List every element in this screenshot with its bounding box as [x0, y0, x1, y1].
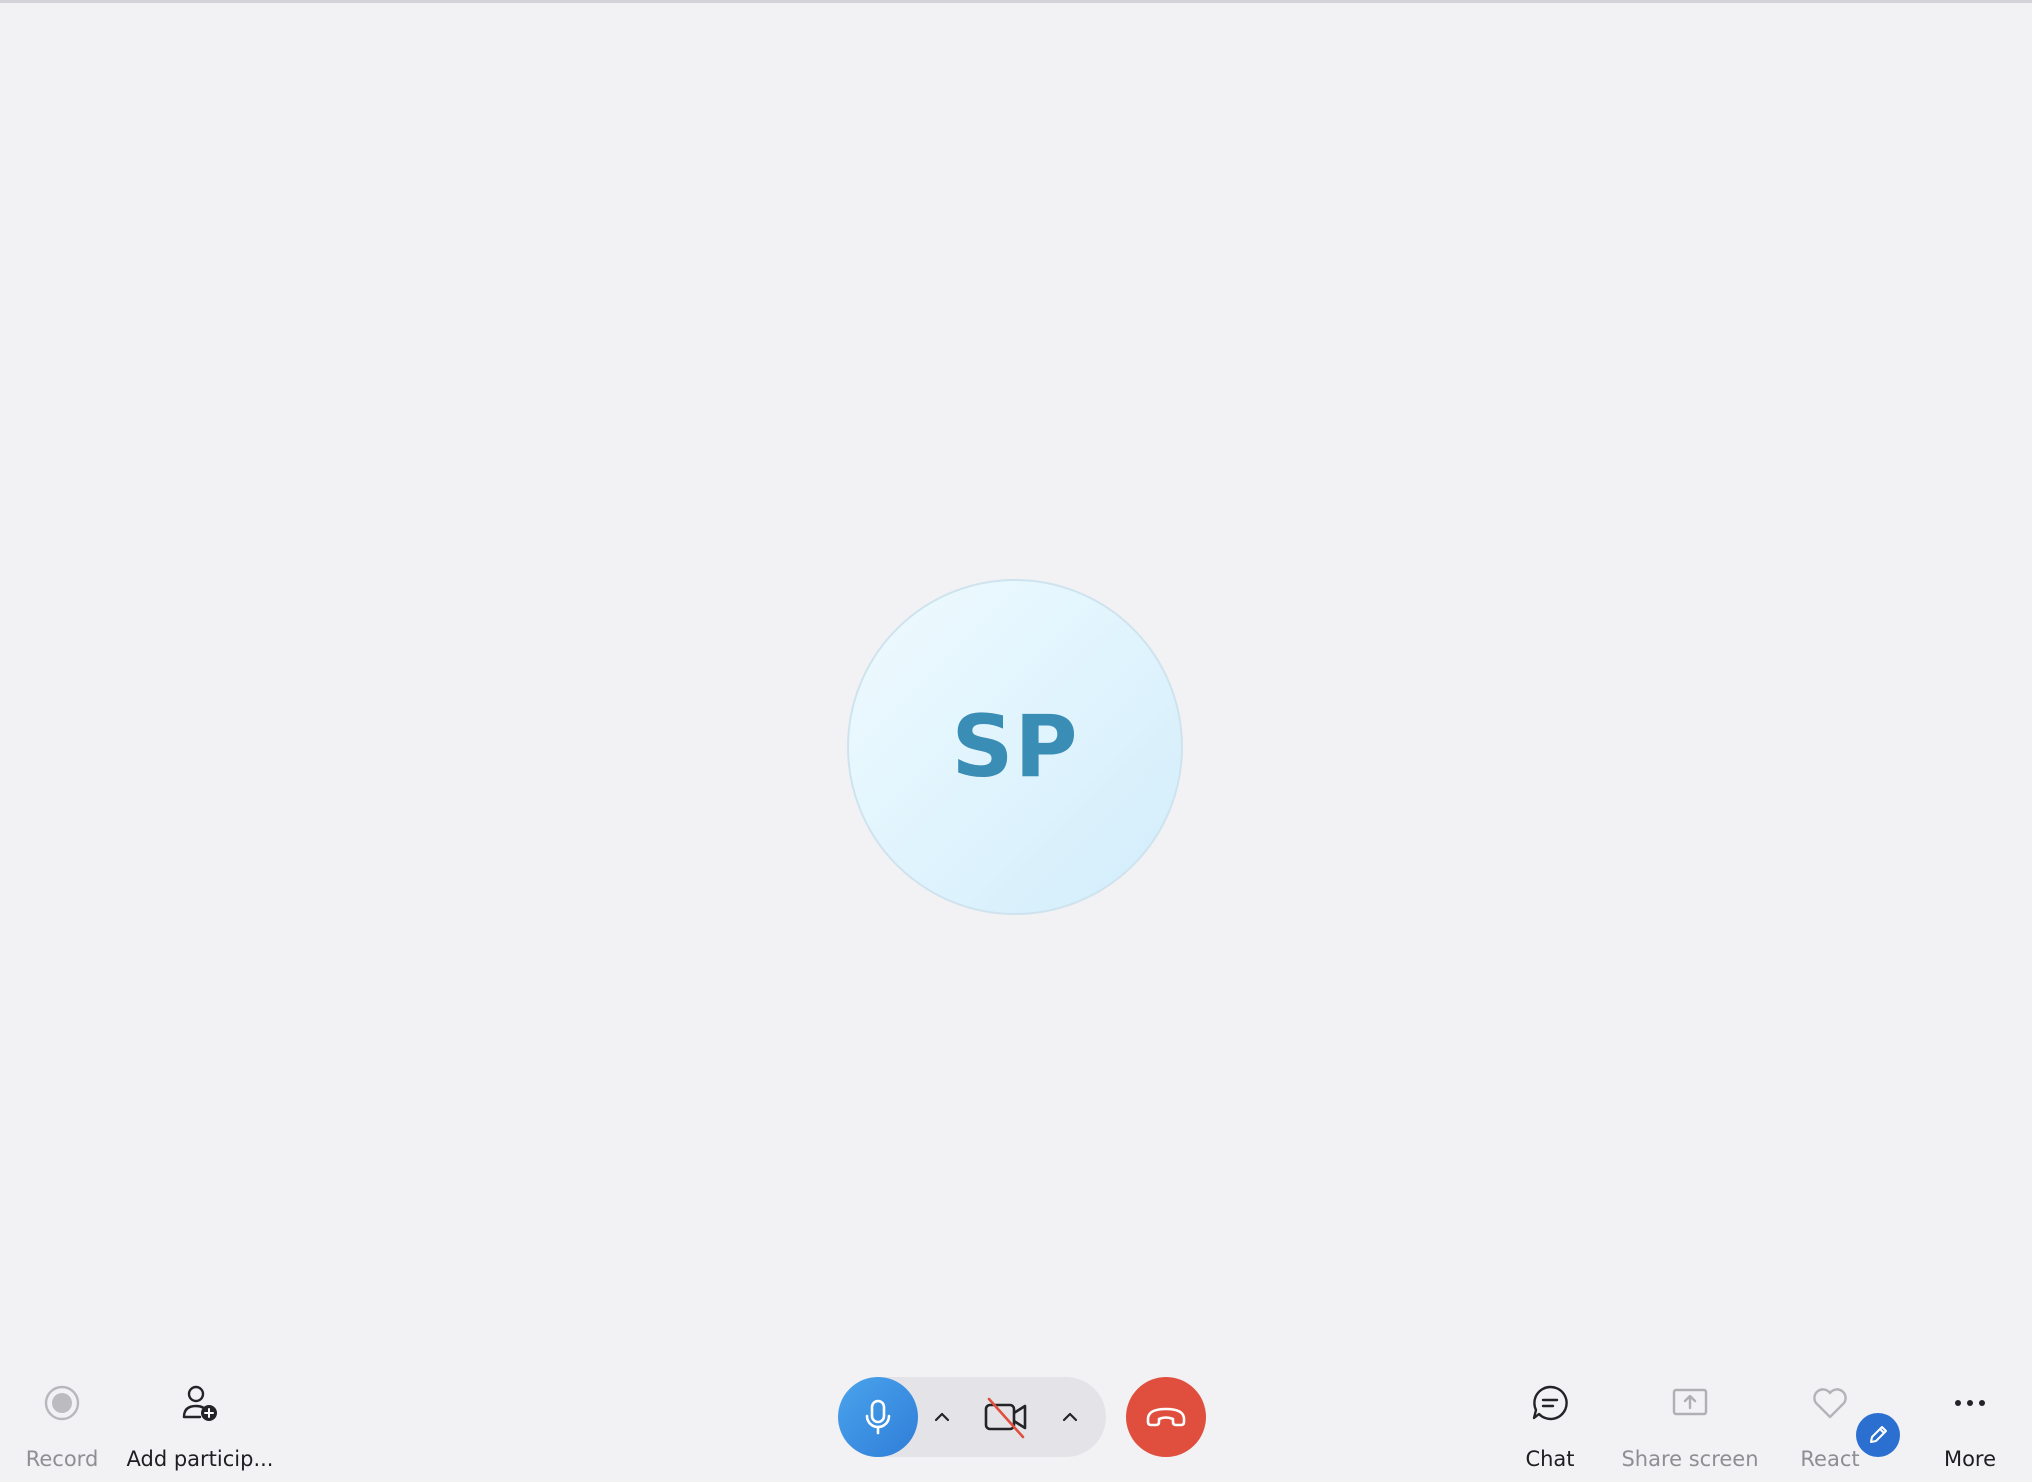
share-screen-button[interactable]: Share screen — [1620, 1363, 1760, 1471]
annotate-button[interactable] — [1856, 1413, 1900, 1457]
record-button[interactable]: Record — [22, 1363, 102, 1471]
camera-options-button[interactable] — [1050, 1397, 1090, 1437]
heart-icon — [1810, 1363, 1850, 1443]
call-window: SP Record Add particip... Chat Share scr… — [0, 0, 2032, 1482]
camera-off-icon — [984, 1397, 1027, 1439]
add-participants-button[interactable]: Add particip... — [127, 1363, 274, 1471]
chat-label: Chat — [1525, 1447, 1575, 1471]
chat-icon — [1530, 1363, 1570, 1443]
camera-button[interactable] — [976, 1387, 1036, 1447]
chat-button[interactable]: Chat — [1510, 1363, 1590, 1471]
chevron-up-icon — [934, 1412, 950, 1422]
record-icon — [43, 1363, 81, 1443]
pen-icon — [1870, 1426, 1887, 1443]
share-screen-icon — [1670, 1363, 1710, 1443]
share-screen-label: Share screen — [1621, 1447, 1759, 1471]
participant-avatar: SP — [847, 579, 1183, 915]
hang-up-icon — [1146, 1407, 1186, 1427]
add-participants-label: Add particip... — [126, 1447, 274, 1471]
avatar-initials: SP — [951, 697, 1079, 797]
record-label: Record — [25, 1447, 99, 1471]
person-add-icon — [180, 1363, 220, 1443]
more-button[interactable]: More — [1930, 1363, 2010, 1471]
react-button[interactable]: React — [1790, 1363, 1870, 1471]
microphone-icon — [865, 1399, 891, 1435]
chevron-up-icon — [1062, 1412, 1078, 1422]
react-label: React — [1800, 1447, 1860, 1471]
hang-up-button[interactable] — [1126, 1377, 1206, 1457]
more-label: More — [1943, 1447, 1997, 1471]
microphone-button[interactable] — [838, 1377, 918, 1457]
microphone-options-button[interactable] — [922, 1397, 962, 1437]
more-dots-icon — [1950, 1363, 1990, 1443]
